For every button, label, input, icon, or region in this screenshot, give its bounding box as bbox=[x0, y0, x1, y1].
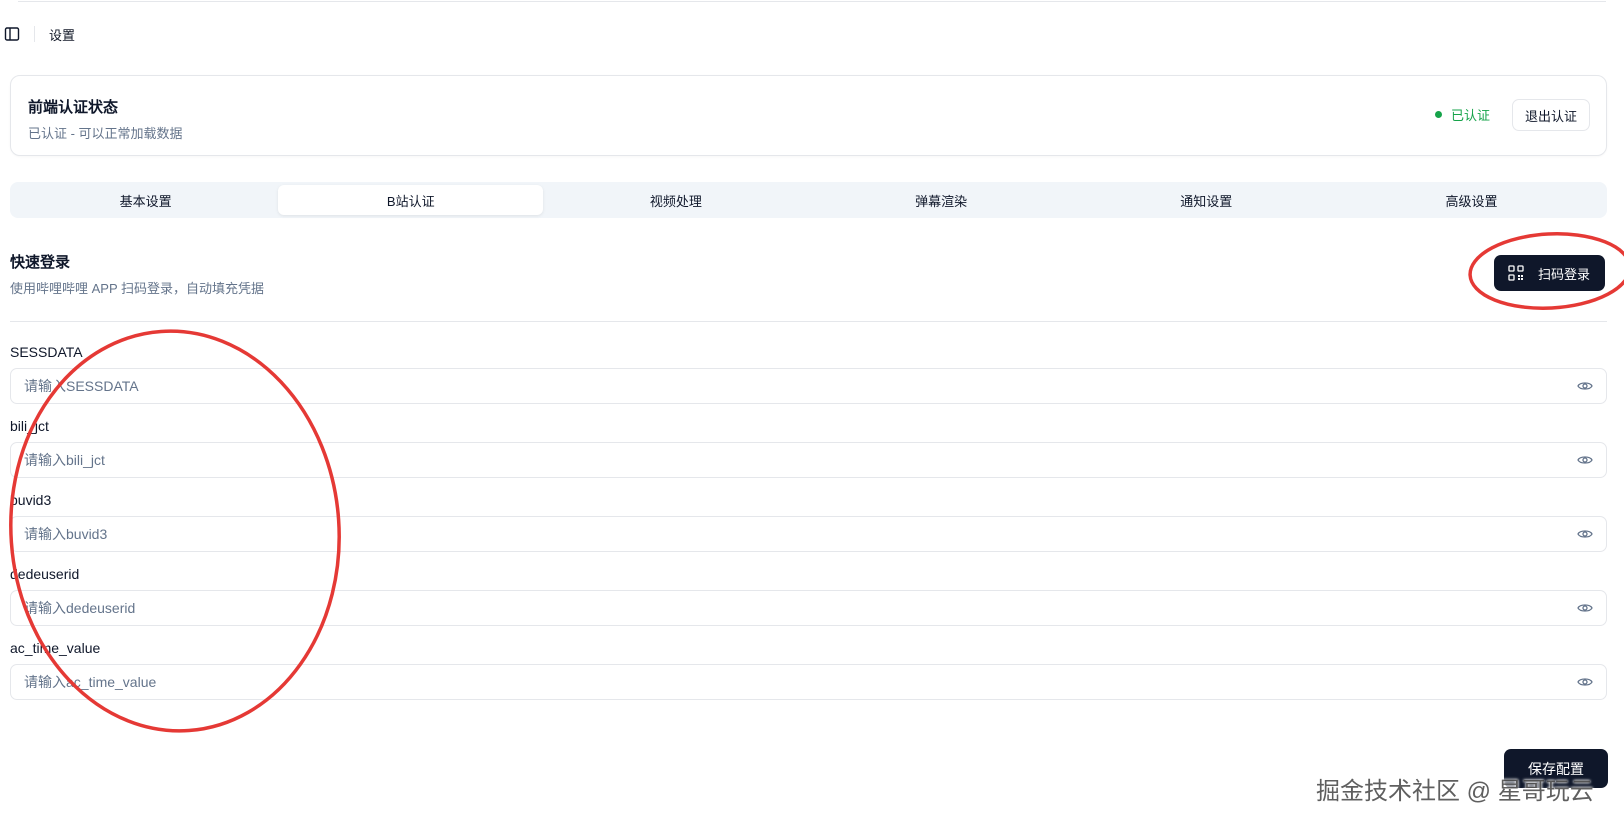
eye-icon[interactable] bbox=[1576, 673, 1594, 691]
tab-danmaku[interactable]: 弹幕渲染 bbox=[809, 185, 1074, 215]
eye-icon[interactable] bbox=[1576, 599, 1594, 617]
sessdata-field-wrapper bbox=[10, 368, 1607, 404]
buvid3-field-wrapper bbox=[10, 516, 1607, 552]
tab-video[interactable]: 视频处理 bbox=[543, 185, 808, 215]
qr-code-icon bbox=[1508, 265, 1524, 281]
dedeuserid-field-wrapper bbox=[10, 590, 1607, 626]
bili-jct-label: bili_jct bbox=[10, 418, 49, 434]
page-header: 设置 bbox=[0, 22, 75, 46]
tab-notification[interactable]: 通知设置 bbox=[1074, 185, 1339, 215]
dedeuserid-input[interactable] bbox=[11, 600, 1576, 616]
ac-time-value-field-wrapper bbox=[10, 664, 1607, 700]
sessdata-input[interactable] bbox=[11, 378, 1576, 394]
qr-login-button[interactable]: 扫码登录 bbox=[1494, 255, 1605, 291]
section-divider bbox=[10, 321, 1607, 322]
auth-status-label: 已认证 bbox=[1450, 108, 1490, 123]
ac-time-value-label: ac_time_value bbox=[10, 640, 101, 656]
logout-button[interactable]: 退出认证 bbox=[1511, 99, 1590, 131]
auth-status-badge: 已认证 bbox=[1434, 105, 1490, 124]
quick-login-description: 使用哔哩哔哩 APP 扫码登录，自动填充凭据 bbox=[10, 281, 265, 296]
eye-icon[interactable] bbox=[1576, 377, 1594, 395]
settings-tabs: 基本设置 B站认证 视频处理 弹幕渲染 通知设置 高级设置 bbox=[10, 182, 1607, 218]
auth-status-card: 前端认证状态 已认证 - 可以正常加载数据 已认证 退出认证 bbox=[10, 75, 1607, 156]
tab-bilibili-auth[interactable]: B站认证 bbox=[278, 185, 544, 215]
ac-time-value-input[interactable] bbox=[11, 674, 1576, 690]
bili-jct-field-wrapper bbox=[10, 442, 1607, 478]
sessdata-label: SESSDATA bbox=[10, 344, 83, 360]
auth-card-title: 前端认证状态 bbox=[28, 99, 119, 116]
watermark: 掘金技术社区 @ 星哥玩云 bbox=[1316, 778, 1594, 805]
tab-advanced[interactable]: 高级设置 bbox=[1339, 185, 1604, 215]
header-separator bbox=[34, 26, 35, 42]
qr-login-label: 扫码登录 bbox=[1538, 266, 1591, 282]
quick-login-title: 快速登录 bbox=[10, 254, 71, 271]
top-divider bbox=[18, 0, 1606, 2]
sidebar-toggle-icon[interactable] bbox=[0, 22, 24, 46]
bili-jct-input[interactable] bbox=[11, 452, 1576, 468]
eye-icon[interactable] bbox=[1576, 451, 1594, 469]
tab-basic[interactable]: 基本设置 bbox=[13, 185, 278, 215]
dedeuserid-label: dedeuserid bbox=[10, 566, 80, 582]
status-dot-icon bbox=[1434, 111, 1442, 118]
buvid3-input[interactable] bbox=[11, 526, 1576, 542]
buvid3-label: buvid3 bbox=[10, 492, 52, 508]
breadcrumb: 设置 bbox=[49, 27, 76, 43]
eye-icon[interactable] bbox=[1576, 525, 1594, 543]
auth-card-description: 已认证 - 可以正常加载数据 bbox=[28, 126, 183, 141]
